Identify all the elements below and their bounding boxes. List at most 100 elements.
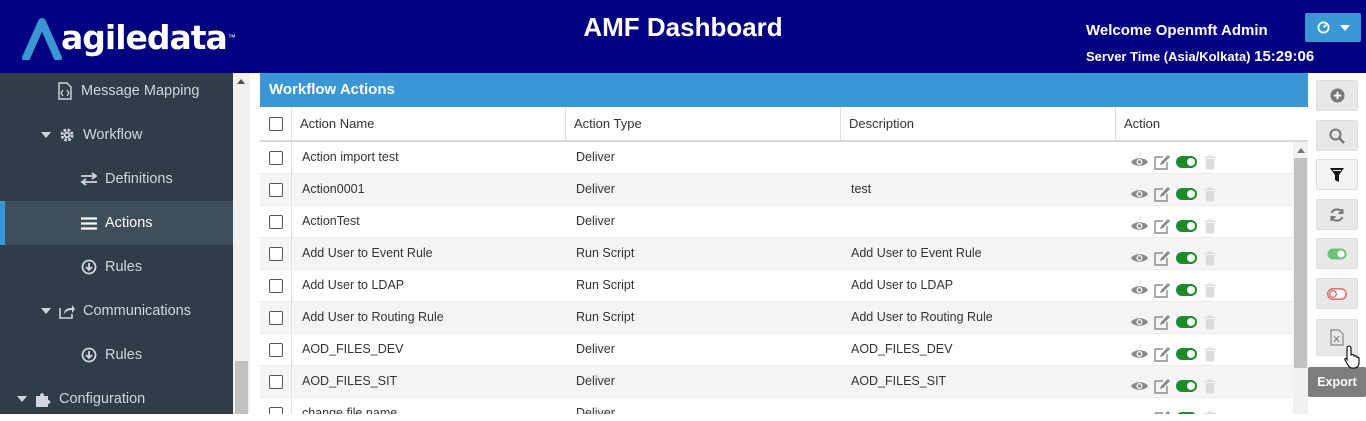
export-tooltip: Export	[1308, 367, 1366, 397]
row-select-cell	[260, 302, 292, 334]
edit-icon	[1154, 379, 1170, 394]
edit-button[interactable]	[1154, 250, 1171, 266]
toggle-on-icon	[1327, 248, 1347, 259]
disable-all-button[interactable]	[1316, 278, 1358, 309]
sidebar-item-comm-rules[interactable]: Rules	[0, 333, 233, 377]
enabled-toggle[interactable]	[1176, 188, 1197, 200]
table-row[interactable]: AOD_FILES_SIT Deliver AOD_FILES_SIT	[260, 366, 1293, 398]
enabled-toggle[interactable]	[1176, 380, 1197, 392]
circle-arrow-down-icon	[79, 347, 99, 363]
table-scroll-thumb[interactable]	[1294, 158, 1307, 368]
row-checkbox[interactable]	[268, 343, 283, 357]
enabled-toggle[interactable]	[1176, 220, 1197, 232]
cell-action-type: Deliver	[576, 374, 615, 388]
column-header-action: Action	[1124, 116, 1161, 131]
table-row[interactable]: Action0001 Deliver test	[260, 174, 1293, 206]
view-eye-icon	[1131, 254, 1148, 262]
sidebar-item-communications[interactable]: Communications	[0, 289, 233, 333]
sidebar-item-label: Communications	[83, 303, 191, 319]
cell-action-name: Add User to Event Rule	[302, 246, 433, 260]
cell-action-name: Add User to LDAP	[302, 278, 405, 292]
row-actions	[1130, 250, 1216, 266]
table-row[interactable]: Add User to Routing Rule Run Script Add Us…	[260, 302, 1293, 334]
row-actions	[1130, 410, 1216, 414]
add-button[interactable]	[1316, 80, 1358, 111]
search-button[interactable]	[1316, 120, 1358, 151]
edit-button[interactable]	[1154, 154, 1171, 170]
table-row[interactable]: Action import test Deliver	[260, 142, 1293, 174]
sidebar-scroll-thumb[interactable]	[235, 361, 248, 414]
column-header-action-name[interactable]: Action Name	[292, 107, 566, 140]
row-checkbox[interactable]	[268, 279, 283, 293]
edit-button[interactable]	[1154, 186, 1171, 202]
scroll-up-arrow-icon[interactable]	[237, 79, 245, 84]
row-checkbox[interactable]	[268, 311, 283, 325]
table-row[interactable]: AOD_FILES_DEV Deliver AOD_FILES_DEV	[260, 334, 1293, 366]
edit-button[interactable]	[1154, 282, 1171, 298]
row-select-cell	[260, 334, 292, 366]
user-menu-button[interactable]	[1305, 13, 1361, 42]
cell-description: test	[851, 182, 872, 196]
table-row[interactable]: change file name Deliver	[260, 398, 1293, 414]
row-checkbox[interactable]	[268, 151, 283, 165]
row-checkbox[interactable]	[268, 407, 283, 414]
view-button[interactable]	[1130, 156, 1149, 168]
delete-button	[1204, 282, 1216, 298]
view-button[interactable]	[1130, 284, 1149, 296]
row-checkbox[interactable]	[268, 375, 283, 389]
row-select-cell	[260, 366, 292, 398]
row-checkbox[interactable]	[268, 183, 283, 197]
view-button[interactable]	[1130, 380, 1149, 392]
cell-action-type: Deliver	[576, 406, 615, 414]
table-row[interactable]: Add User to Event Rule Run Script Add User…	[260, 238, 1293, 270]
table-row[interactable]: ActionTest Deliver	[260, 206, 1293, 238]
logo[interactable]: agiledata ™	[22, 14, 236, 60]
enabled-toggle[interactable]	[1176, 348, 1197, 360]
row-actions	[1130, 378, 1216, 394]
table-row[interactable]: Add User to LDAP Run Script Add User to LD…	[260, 270, 1293, 302]
toggle-off-icon	[1327, 287, 1347, 300]
table-scrollbar[interactable]	[1293, 142, 1308, 414]
cell-action-type: Deliver	[576, 214, 615, 228]
select-all-checkbox[interactable]	[268, 116, 283, 131]
sidebar-item-configuration[interactable]: Configuration	[0, 377, 233, 421]
row-checkbox[interactable]	[268, 247, 283, 261]
sidebar: Message Mapping Workflow Definitions Act…	[0, 73, 233, 414]
logo-trademark: ™	[227, 32, 236, 42]
row-select-cell	[260, 174, 292, 206]
edit-button[interactable]	[1154, 410, 1171, 414]
view-button[interactable]	[1130, 220, 1149, 232]
table-header: Action Name Action Type Description Acti…	[260, 107, 1308, 142]
view-button[interactable]	[1130, 316, 1149, 328]
edit-button[interactable]	[1154, 346, 1171, 362]
filter-button[interactable]	[1316, 159, 1358, 190]
top-header: agiledata ™ AMF Dashboard Welcome Openmf…	[0, 0, 1366, 73]
sidebar-item-actions[interactable]: Actions	[0, 201, 233, 245]
refresh-button[interactable]	[1316, 199, 1358, 230]
enable-all-button[interactable]	[1316, 238, 1358, 269]
row-checkbox[interactable]	[268, 215, 283, 229]
sidebar-scrollbar[interactable]	[233, 73, 250, 414]
enabled-toggle[interactable]	[1176, 284, 1197, 296]
enabled-toggle[interactable]	[1176, 252, 1197, 264]
column-header-action-type[interactable]: Action Type	[566, 107, 841, 140]
scroll-up-arrow-icon[interactable]	[1297, 148, 1305, 153]
view-button[interactable]	[1130, 348, 1149, 360]
view-eye-icon	[1131, 350, 1148, 358]
edit-button[interactable]	[1154, 218, 1171, 234]
sidebar-item-message-mapping[interactable]: Message Mapping	[0, 69, 233, 113]
cell-action-name: AOD_FILES_DEV	[302, 342, 404, 356]
enabled-toggle[interactable]	[1176, 316, 1197, 328]
sidebar-item-definitions[interactable]: Definitions	[0, 157, 233, 201]
edit-button[interactable]	[1154, 378, 1171, 394]
caret-down-icon	[41, 308, 51, 314]
enabled-toggle[interactable]	[1176, 156, 1197, 168]
edit-button[interactable]	[1154, 314, 1171, 330]
sidebar-item-workflow[interactable]: Workflow	[0, 113, 233, 157]
view-eye-icon	[1131, 382, 1148, 390]
view-button[interactable]	[1130, 252, 1149, 264]
row-actions	[1130, 154, 1216, 170]
sidebar-item-rules[interactable]: Rules	[0, 245, 233, 289]
view-button[interactable]	[1130, 188, 1149, 200]
column-header-description[interactable]: Description	[841, 107, 1116, 140]
